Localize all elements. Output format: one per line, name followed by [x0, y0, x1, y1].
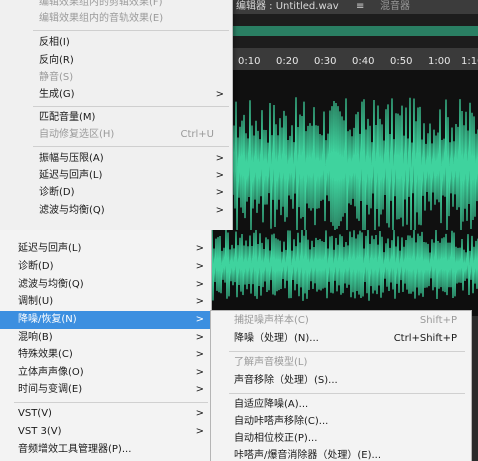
chevron-right-icon: >	[195, 367, 204, 378]
top-screenshot: 编辑器 : Untitled.wav ≡ 混音器 0:10 0:20 0:30 …	[0, 0, 478, 230]
tick-label: 0:50	[390, 56, 413, 67]
menu-item-adaptive-noise-reduction[interactable]: 自适应降噪(A)...	[211, 396, 471, 414]
menu-item-invert[interactable]: 反相(I)	[0, 34, 232, 52]
chevron-right-icon: >	[195, 408, 204, 419]
tick-label: 0:30	[314, 56, 337, 67]
waveform	[209, 230, 478, 301]
tick-label: 1:00	[428, 56, 451, 67]
menu-item-auto-heal: 自动修复选区(H) Ctrl+U	[39, 129, 214, 140]
waveform	[227, 97, 478, 230]
title-menu-icon[interactable]: ≡	[356, 0, 364, 13]
chevron-right-icon: >	[195, 332, 204, 343]
chevron-right-icon: >	[195, 261, 204, 272]
menu-item-edit-track-effects: 编辑效果组内的音轨效果(E)	[39, 13, 164, 24]
menu-item-vst[interactable]: VST(V) >	[0, 405, 211, 423]
separator	[33, 30, 229, 31]
menu-item-plugin-manager[interactable]: 音频增效工具管理器(P)...	[0, 441, 211, 459]
effects-menu: 延迟与回声(L) > 诊断(D) > 滤波与均衡(Q) > 调制(U) > 降噪/恢复(…	[0, 230, 212, 461]
chevron-right-icon: >	[215, 170, 224, 181]
effects-menu-top: 编辑效果组内的剪辑效果(F) 编辑效果组内的音轨效果(E) 反相(I) 反向(R…	[0, 0, 233, 230]
overview-waveform	[228, 26, 478, 36]
time-ruler: 0:10 0:20 0:30 0:40 0:50 1:00 1:10	[228, 48, 478, 70]
menu-item-noise-reduction[interactable]: 降噪/恢复(N) >	[0, 311, 211, 329]
separator	[33, 106, 229, 107]
menu-item-noise-reduction-process[interactable]: 降噪（处理）(N)... Ctrl+Shift+P	[211, 330, 471, 348]
chevron-right-icon: >	[195, 243, 204, 254]
menu-item-special[interactable]: 特殊效果(C) >	[0, 346, 211, 364]
chevron-right-icon: >	[215, 205, 224, 216]
menu-item-reverb[interactable]: 混响(B) >	[0, 329, 211, 347]
tick-label: 0:20	[276, 56, 299, 67]
chevron-right-icon: >	[195, 296, 204, 307]
menu-item-silence: 静音(S)	[39, 72, 74, 83]
tick-label: 1:10	[461, 56, 478, 67]
separator	[33, 146, 229, 147]
menu-item-diagnostics[interactable]: 诊断(D) >	[0, 184, 232, 202]
menu-item-generate[interactable]: 生成(G) >	[0, 86, 232, 104]
menu-item-match-volume[interactable]: 匹配音量(M)	[0, 109, 232, 127]
menu-item-filter-eq[interactable]: 滤波与均衡(Q) >	[0, 276, 211, 294]
menu-item-delay-echo[interactable]: 延迟与回声(L) >	[0, 167, 232, 185]
overview-strip	[228, 14, 478, 48]
chevron-right-icon: >	[215, 187, 224, 198]
chevron-right-icon: >	[215, 153, 224, 164]
menu-item-learn-sound-model: 了解声音模型(L)	[234, 357, 308, 368]
chevron-right-icon: >	[195, 279, 204, 290]
separator	[14, 402, 208, 403]
menu-item-click-pop-eliminator[interactable]: 咔嗒声/爆音消除器（处理）(E)...	[211, 447, 471, 461]
chevron-right-icon: >	[195, 349, 204, 360]
waveform-area[interactable]	[209, 230, 478, 316]
tick-label: 0:10	[238, 56, 261, 67]
mixer-tab[interactable]: 混音器	[380, 0, 410, 13]
chevron-right-icon: >	[195, 314, 204, 325]
menu-item-vst3[interactable]: VST 3(V) >	[0, 423, 211, 441]
bottom-screenshot: 延迟与回声(L) > 诊断(D) > 滤波与均衡(Q) > 调制(U) > 降噪/恢复(…	[0, 230, 478, 461]
menu-item-sound-remover[interactable]: 声音移除（处理）(S)...	[211, 372, 471, 390]
editor-title: 编辑器 : Untitled.wav	[236, 1, 339, 12]
menu-item-delay-echo[interactable]: 延迟与回声(L) >	[0, 240, 211, 258]
editor-titlebar: 编辑器 : Untitled.wav ≡ 混音器	[228, 0, 478, 14]
menu-item-amplitude-compression[interactable]: 振幅与压限(A) >	[0, 150, 232, 168]
chevron-right-icon: >	[195, 384, 204, 395]
menu-item-reverse[interactable]: 反向(R)	[0, 52, 232, 70]
separator	[229, 393, 465, 394]
noise-reduction-submenu: 捕捉噪声样本(C) Shift+P 降噪（处理）(N)... Ctrl+Shift+…	[210, 310, 472, 461]
menu-item-filter-eq[interactable]: 滤波与均衡(Q) >	[0, 202, 232, 220]
menu-item-time-pitch[interactable]: 时间与变调(E) >	[0, 381, 211, 399]
menu-item-diagnostics[interactable]: 诊断(D) >	[0, 258, 211, 276]
chevron-right-icon: >	[215, 89, 224, 100]
separator	[229, 351, 465, 352]
chevron-right-icon: >	[195, 426, 204, 437]
menu-item-stereo-imagery[interactable]: 立体声声像(O) >	[0, 364, 211, 382]
waveform-area[interactable]	[227, 70, 478, 230]
tick-label: 0:40	[352, 56, 375, 67]
menu-item-modulation[interactable]: 调制(U) >	[0, 293, 211, 311]
menu-item-automatic-phase-correction[interactable]: 自动相位校正(P)...	[211, 430, 471, 448]
menu-item-capture-noise-print: 捕捉噪声样本(C) Shift+P	[234, 315, 457, 326]
menu-item-automatic-click-remover[interactable]: 自动咔嗒声移除(C)...	[211, 413, 471, 431]
